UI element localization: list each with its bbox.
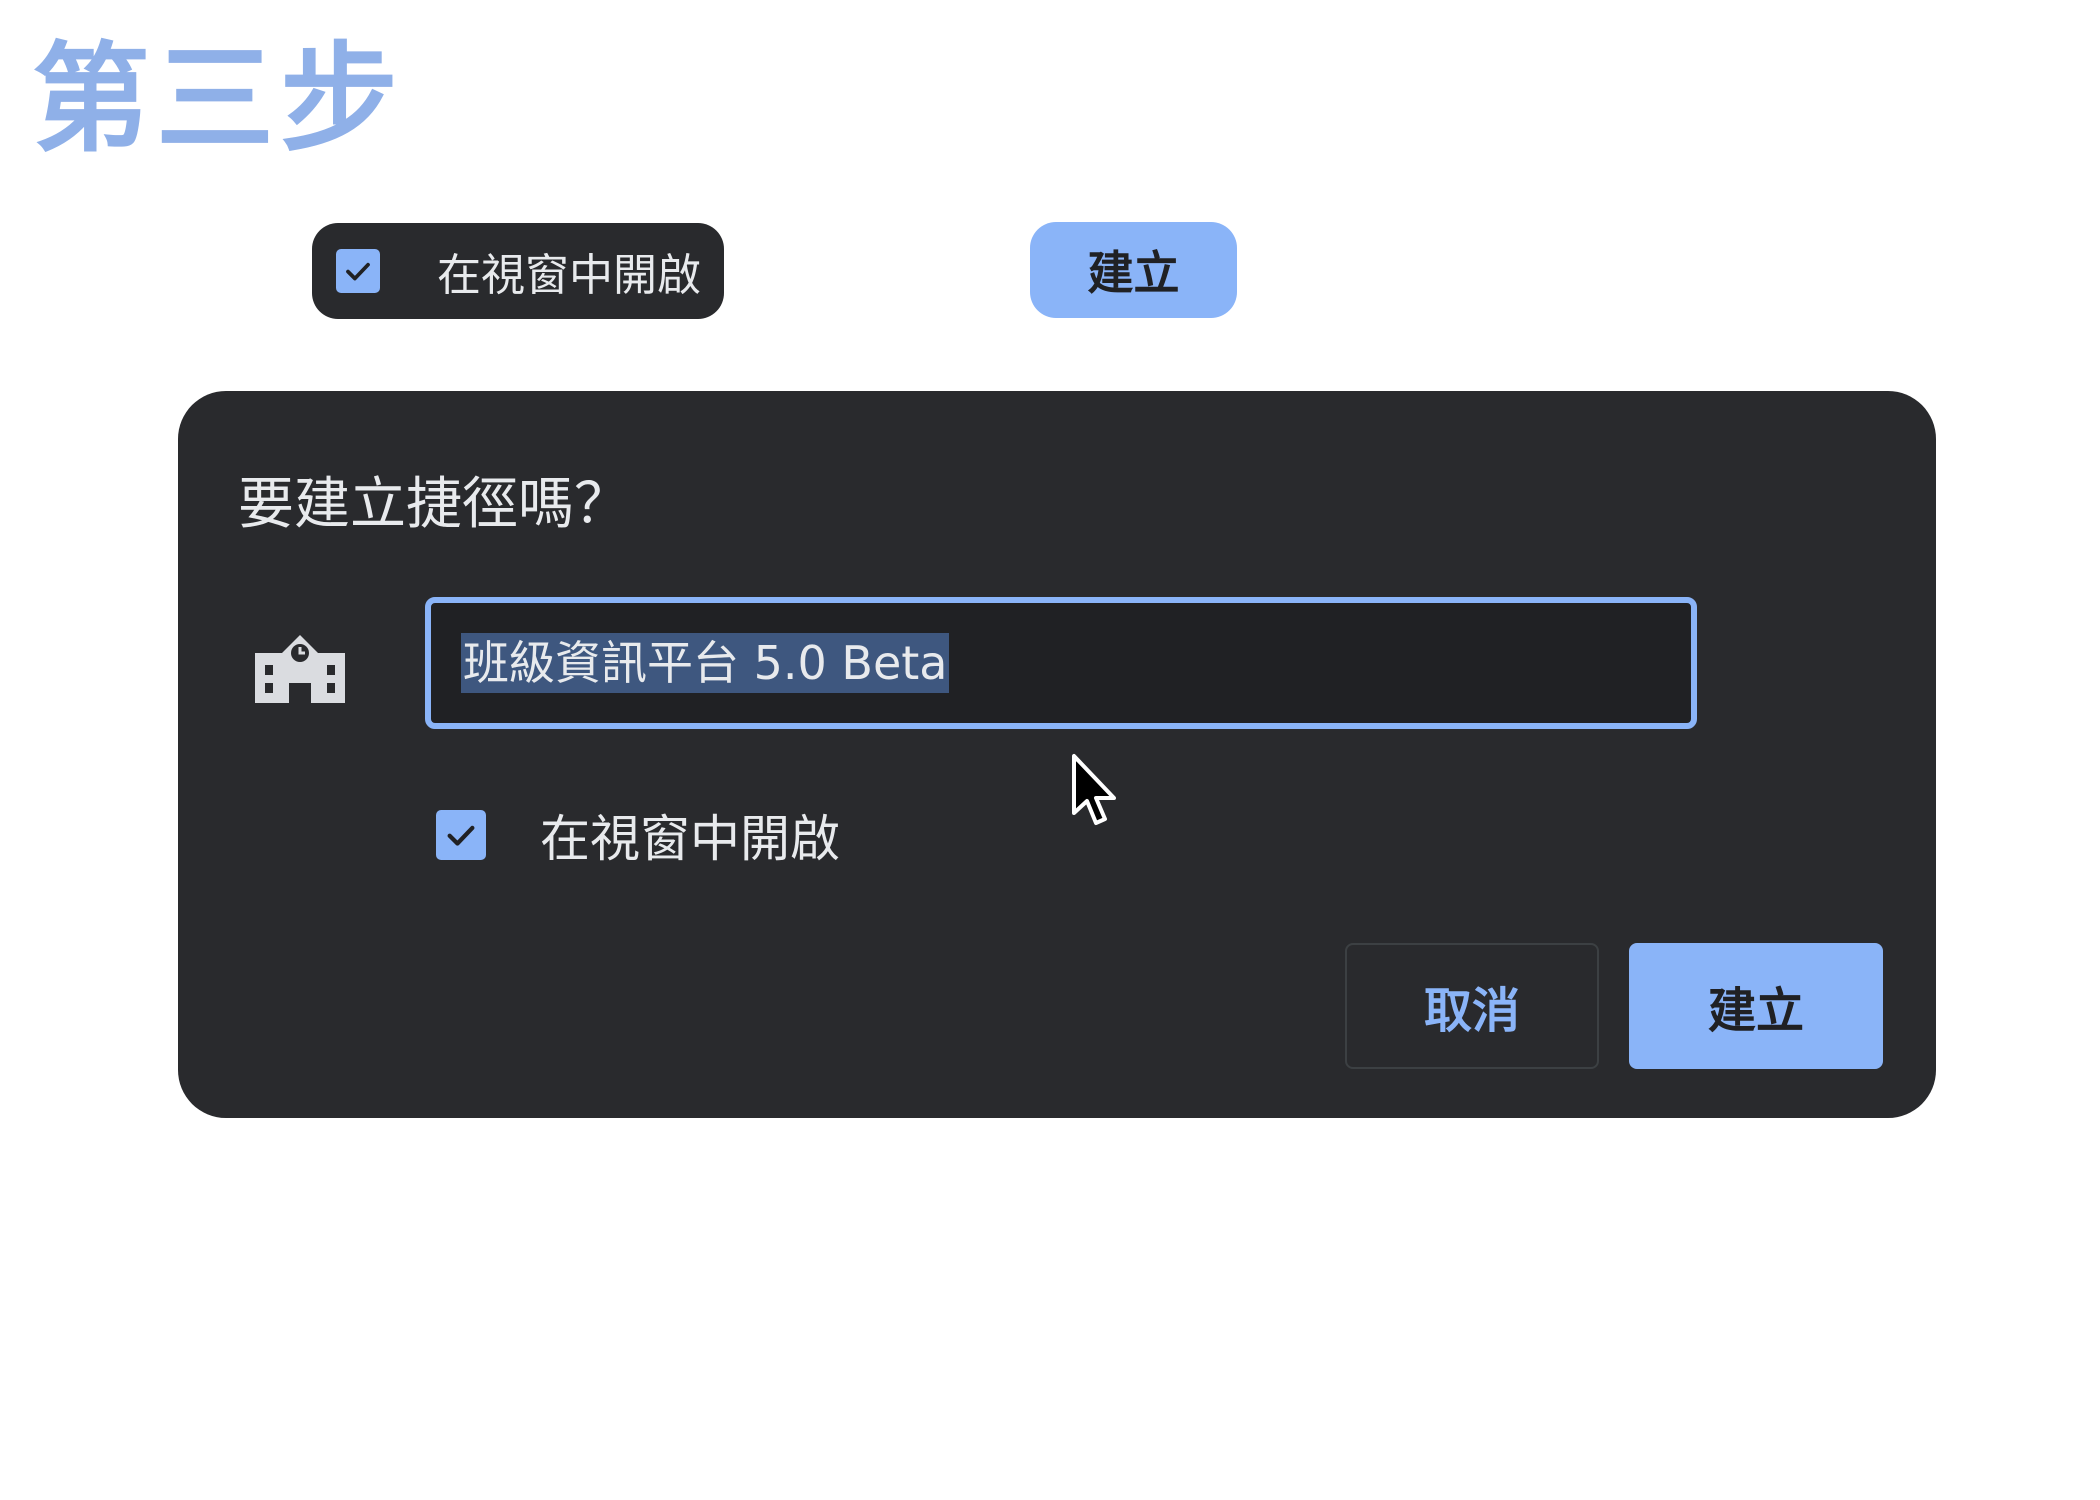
callout-create-button: 建立 [1030,222,1237,318]
open-in-window-checkbox[interactable] [436,810,486,860]
callout-checkbox-label: 在視窗中開啟 [437,250,701,301]
callout-open-in-window: 在視窗中開啟 [312,223,724,319]
page: 第三步 在視窗中開啟 建立 要建立捷徑嗎？ 班級資訊平台 5.0 Beta 在視… [0,0,2100,1500]
create-button[interactable]: 建立 [1629,943,1883,1069]
cancel-button[interactable]: 取消 [1345,943,1599,1069]
dialog-title: 要建立捷徑嗎？ [238,472,630,537]
step-title: 第三步 [32,30,405,168]
shortcut-name-value: 班級資訊平台 5.0 Beta [461,633,950,693]
checkbox-checked-icon [336,249,380,293]
open-in-window-option[interactable]: 在視窗中開啟 [436,799,840,871]
create-shortcut-dialog: 要建立捷徑嗎？ 班級資訊平台 5.0 Beta 在視窗中開啟 取消 建立 [178,391,1936,1118]
mouse-cursor-icon [1072,754,1116,825]
shortcut-name-input[interactable]: 班級資訊平台 5.0 Beta [425,597,1697,729]
open-in-window-label: 在視窗中開啟 [540,810,840,868]
school-icon [255,635,345,703]
